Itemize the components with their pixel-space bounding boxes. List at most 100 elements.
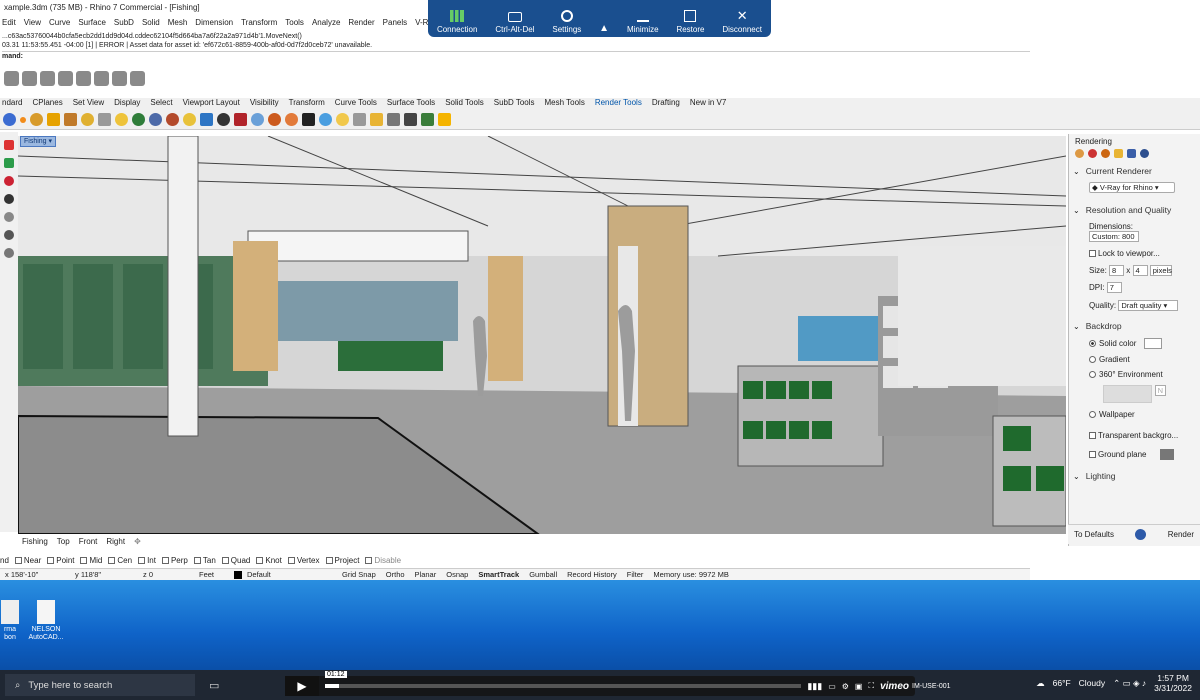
point-light-icon[interactable] [115, 113, 128, 126]
solid-color-radio[interactable]: Solid color [1089, 339, 1136, 348]
weather-temp[interactable]: 66°F [1053, 678, 1071, 688]
osnap-int[interactable]: Int [138, 556, 156, 565]
material-icon[interactable] [166, 113, 179, 126]
environment-select[interactable]: N [1154, 385, 1166, 396]
search-box[interactable]: ⌕ Type here to search [5, 674, 195, 696]
tab-subd-tools[interactable]: SubD Tools [494, 98, 535, 110]
perspective-viewport[interactable]: Fishing ▾ [18, 136, 1066, 534]
tab-transform[interactable]: Transform [289, 98, 325, 110]
checker-icon[interactable] [302, 113, 315, 126]
task-view-icon[interactable]: ▭ [209, 679, 219, 692]
box-tool-icon[interactable] [4, 176, 14, 186]
sphere-icon[interactable] [3, 113, 16, 126]
capture-icon[interactable] [438, 113, 451, 126]
gumball-toggle[interactable]: Gumball [524, 570, 562, 579]
dpi-field[interactable]: 7 [1106, 282, 1122, 293]
tab-view-right[interactable]: Right [106, 537, 125, 546]
paint-icon[interactable] [285, 113, 298, 126]
render-tab-icon[interactable] [1140, 149, 1149, 158]
render-button[interactable]: Render [1168, 530, 1194, 539]
plant-icon[interactable] [94, 70, 109, 86]
tab-curve-tools[interactable]: Curve Tools [335, 98, 377, 110]
spot-icon[interactable] [81, 113, 94, 126]
menu-render[interactable]: Render [348, 18, 374, 31]
vray-render-icon[interactable] [421, 113, 434, 126]
bulb-icon[interactable] [336, 113, 349, 126]
menu-edit[interactable]: Edit [2, 18, 16, 31]
play-button[interactable]: ▶ [285, 676, 319, 696]
light-icon[interactable] [30, 113, 43, 126]
disconnect-button[interactable]: ✕ Disconnect [722, 9, 762, 34]
record-history-toggle[interactable]: Record History [562, 570, 622, 579]
planar-toggle[interactable]: Planar [410, 570, 442, 579]
tray-icons[interactable]: ⌃ ▭ ◈ ♪ [1113, 678, 1146, 689]
wallpaper-radio[interactable]: Wallpaper [1069, 406, 1200, 423]
tab-select[interactable]: Select [150, 98, 172, 110]
quality-select[interactable]: Draft quality ▾ [1118, 300, 1179, 311]
menu-panels[interactable]: Panels [383, 18, 407, 31]
pencil-icon[interactable] [64, 113, 77, 126]
chevron-down-icon[interactable]: ⌄ [1073, 206, 1080, 215]
menu-view[interactable]: View [24, 18, 41, 31]
grid-tool-icon[interactable] [4, 140, 14, 150]
osnap-vertex[interactable]: Vertex [287, 556, 320, 565]
viewport-title-tab[interactable]: Fishing ▾ [20, 136, 57, 147]
tab-mesh-tools[interactable]: Mesh Tools [545, 98, 585, 110]
tab-visibility[interactable]: Visibility [250, 98, 279, 110]
vimeo-logo[interactable]: vimeo [880, 681, 909, 692]
ortho-toggle[interactable]: Ortho [381, 570, 410, 579]
minimize-button[interactable]: Minimize [627, 12, 659, 34]
chevron-down-icon[interactable]: ⌄ [1073, 167, 1080, 176]
osnap-knot[interactable]: Knot [256, 556, 282, 565]
menu-subd[interactable]: SubD [114, 18, 134, 31]
osnap-cen[interactable]: Cen [108, 556, 132, 565]
transparent-checkbox[interactable]: Transparent backgro... [1069, 423, 1200, 443]
menu-curve[interactable]: Curve [49, 18, 70, 31]
restore-button[interactable]: Restore [676, 10, 704, 34]
grid-snap-toggle[interactable]: Grid Snap [337, 570, 381, 579]
osnap-quad[interactable]: Quad [221, 556, 250, 565]
menu-transform[interactable]: Transform [241, 18, 277, 31]
gradient-radio[interactable]: Gradient [1069, 352, 1200, 367]
height-field[interactable]: 4 [1132, 265, 1148, 276]
ctrl-alt-del-button[interactable]: Ctrl-Alt-Del [495, 12, 534, 34]
weather-text[interactable]: Cloudy [1079, 678, 1105, 688]
environment-radio[interactable]: 360° Environment [1069, 367, 1200, 382]
osnap-tan[interactable]: Tan [193, 556, 216, 565]
globe-icon[interactable] [149, 113, 162, 126]
osnap-mid[interactable]: Mid [80, 556, 102, 565]
copy-icon[interactable] [22, 70, 37, 86]
moon-icon[interactable] [217, 113, 230, 126]
command-prompt[interactable]: mand: [2, 51, 1030, 61]
osnap-disable[interactable]: Disable [365, 556, 401, 565]
osnap-perp[interactable]: Perp [161, 556, 188, 565]
osnap-point[interactable]: Point [47, 556, 74, 565]
size-units-select[interactable]: pixels [1149, 265, 1172, 276]
arrow-icon[interactable] [98, 113, 111, 126]
rect-light-icon[interactable] [47, 113, 60, 126]
menu-vray[interactable]: V-R [415, 18, 428, 31]
tab-new-in-v7[interactable]: New in V7 [690, 98, 726, 110]
to-defaults-button[interactable]: To Defaults [1074, 530, 1114, 539]
star-tool-icon[interactable] [4, 212, 14, 222]
tab-view-top[interactable]: Top [57, 537, 70, 546]
select-icon[interactable] [4, 70, 19, 86]
extrude-tool-icon[interactable] [4, 230, 14, 240]
dot-icon[interactable] [20, 116, 26, 123]
connection-button[interactable]: Connection [437, 10, 477, 34]
color-swatch[interactable] [1144, 338, 1163, 349]
tab-solid-tools[interactable]: Solid Tools [445, 98, 484, 110]
settings-button[interactable]: Settings [552, 10, 581, 34]
grid-icon[interactable] [234, 113, 247, 126]
menu-tools[interactable]: Tools [285, 18, 304, 31]
planet-icon[interactable] [132, 113, 145, 126]
filter-toggle[interactable]: Filter [622, 570, 649, 579]
pin-button[interactable]: ▲ [599, 23, 609, 34]
renderer-select[interactable]: ◆ V-Ray for Rhino ▾ [1089, 182, 1175, 193]
screen-icon[interactable] [404, 113, 417, 126]
tab-render-tools[interactable]: Render Tools [595, 98, 642, 110]
add-view-icon[interactable]: ✥ [134, 537, 141, 546]
desktop-icon[interactable]: NELSON AutoCAD... [26, 600, 66, 642]
tab-cplanes[interactable]: CPlanes [32, 98, 62, 110]
cloud-icon[interactable] [319, 113, 332, 126]
